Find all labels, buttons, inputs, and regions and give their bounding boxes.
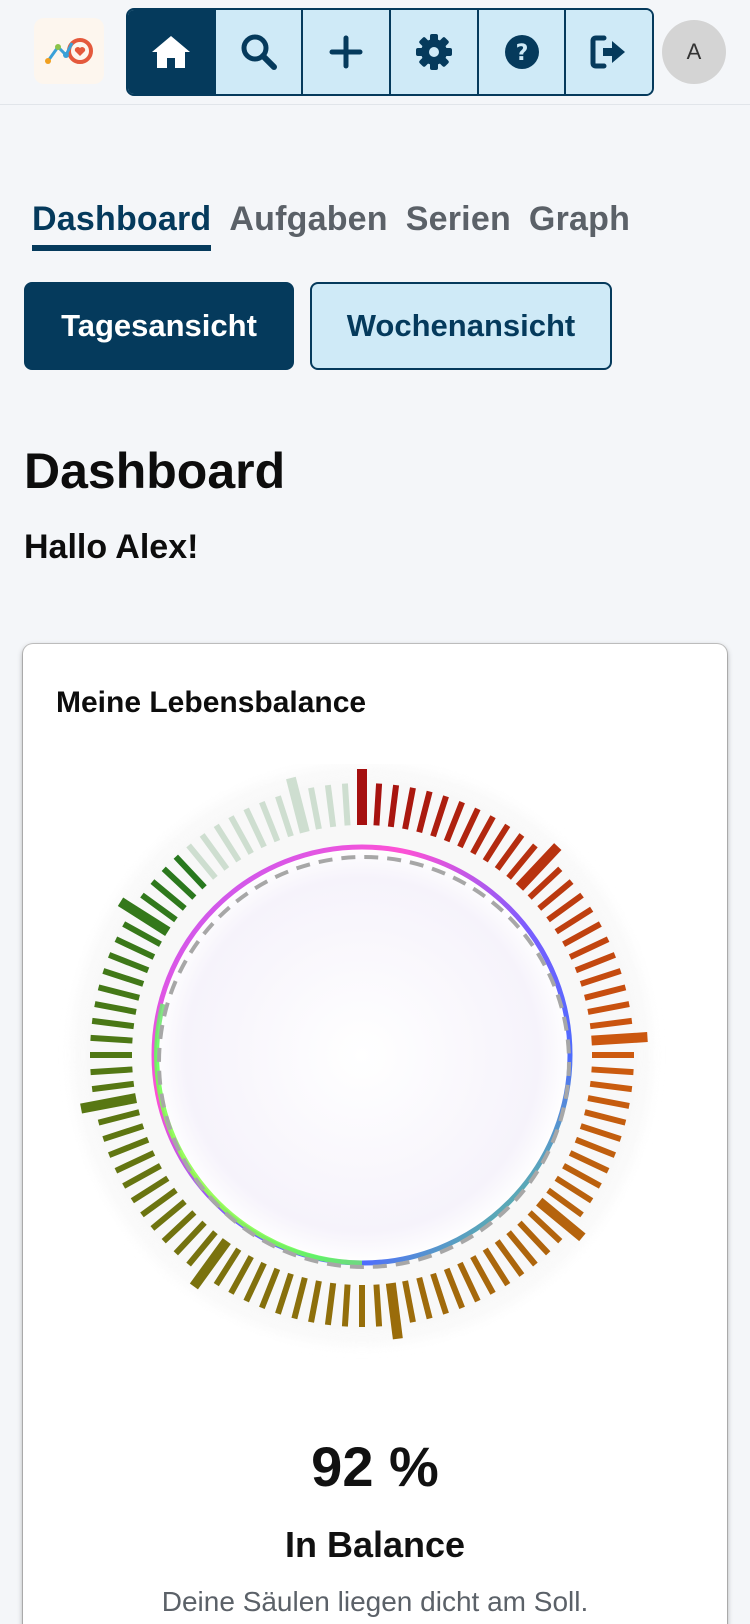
section-tabs: Dashboard Aufgaben Serien Graph bbox=[32, 200, 630, 251]
balance-description: Deine Säulen liegen dicht am Soll. bbox=[161, 1586, 589, 1617]
greeting: Hallo Alex! bbox=[24, 528, 199, 566]
tick-mark bbox=[373, 783, 383, 826]
tick-mark bbox=[373, 1284, 383, 1327]
avatar[interactable]: A bbox=[662, 20, 726, 84]
balance-percent: 92 % bbox=[311, 1435, 439, 1498]
tick-mark bbox=[341, 1284, 351, 1327]
tick-mark bbox=[591, 1066, 634, 1076]
tab-graph[interactable]: Graph bbox=[529, 200, 630, 251]
home-button[interactable] bbox=[128, 10, 214, 94]
search-button[interactable] bbox=[213, 10, 302, 94]
app-logo[interactable] bbox=[34, 18, 104, 84]
logo-icon bbox=[45, 38, 93, 64]
week-view-button[interactable]: Wochenansicht bbox=[310, 282, 612, 370]
help-button[interactable]: ? bbox=[476, 10, 565, 94]
logout-button[interactable] bbox=[564, 10, 652, 94]
svg-text:?: ? bbox=[515, 41, 528, 66]
page-title: Dashboard bbox=[24, 443, 286, 499]
plus-icon bbox=[329, 35, 363, 69]
gear-icon bbox=[415, 34, 452, 70]
settings-button[interactable] bbox=[389, 10, 477, 94]
tick-mark bbox=[90, 1034, 133, 1044]
tab-dashboard[interactable]: Dashboard bbox=[32, 200, 212, 251]
tab-aufgaben[interactable]: Aufgaben bbox=[229, 200, 387, 251]
tick-mark bbox=[90, 1066, 133, 1076]
tick-mark bbox=[341, 783, 351, 826]
question-circle-icon: ? bbox=[504, 35, 539, 69]
tab-serien[interactable]: Serien bbox=[406, 200, 511, 251]
balance-status: In Balance bbox=[284, 1524, 466, 1565]
home-icon bbox=[151, 36, 190, 68]
main-toolbar: ? bbox=[126, 8, 654, 96]
card-title: Meine Lebensbalance bbox=[56, 686, 367, 719]
balance-card: Meine Lebensbalance 92 % In Balance Dein… bbox=[23, 644, 727, 1624]
sign-out-icon bbox=[590, 35, 626, 69]
add-button[interactable] bbox=[301, 10, 390, 94]
top-bar: ? A bbox=[0, 0, 750, 105]
tick-mark bbox=[591, 1032, 648, 1046]
day-view-button[interactable]: Tagesansicht bbox=[24, 282, 294, 370]
view-toggle: Tagesansicht Wochenansicht bbox=[24, 282, 612, 370]
balance-gauge bbox=[72, 765, 652, 1345]
tick-mark bbox=[385, 1282, 403, 1340]
search-icon bbox=[241, 34, 277, 70]
